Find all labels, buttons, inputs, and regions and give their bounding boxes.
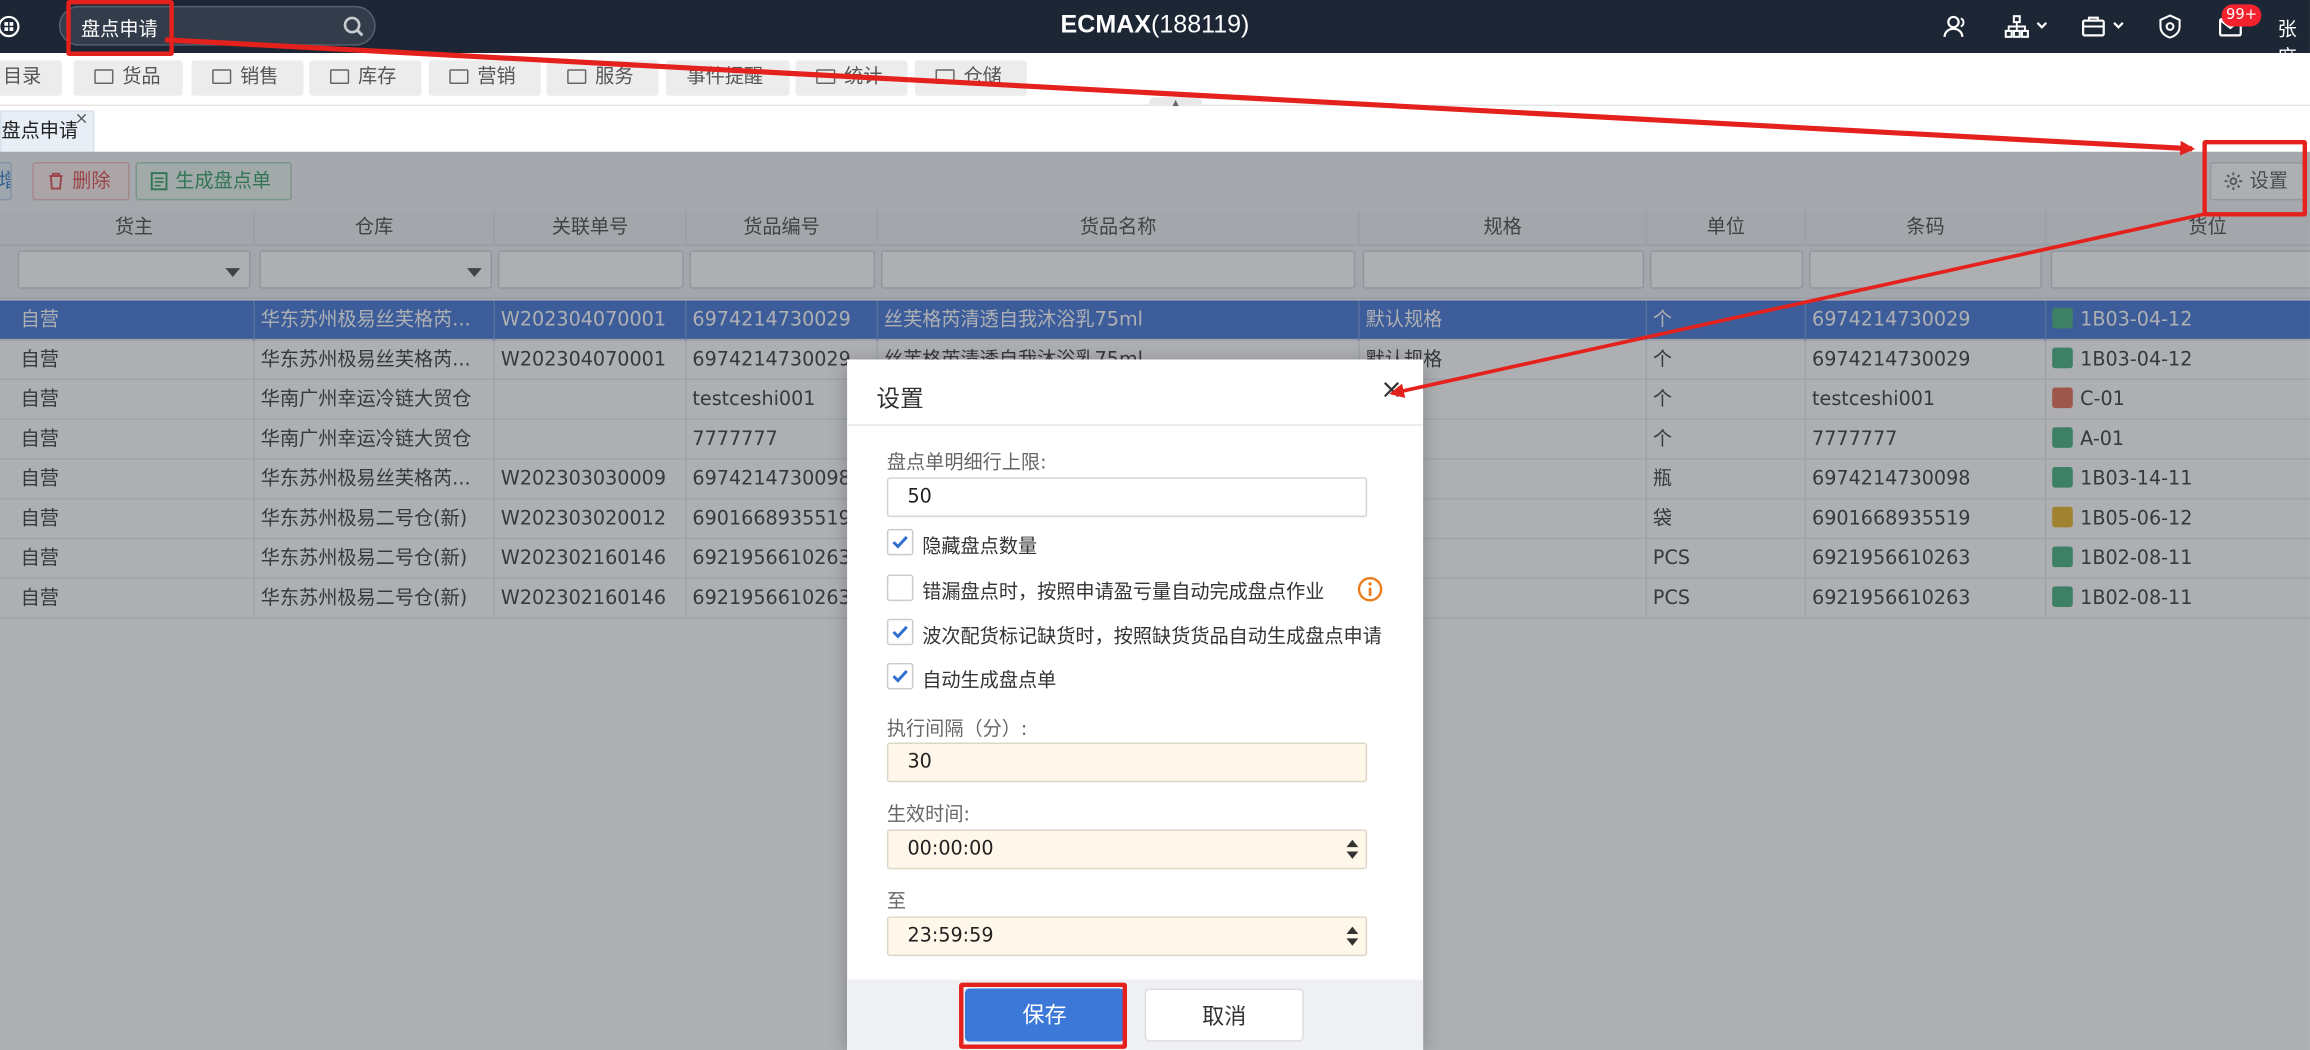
auto-gen-checkbox[interactable] xyxy=(886,662,914,690)
folder-icon xyxy=(449,69,469,84)
limit-label: 盘点单明细行上限: xyxy=(886,452,1047,475)
nav-item-statistics[interactable]: 统计 xyxy=(795,60,908,96)
notification-badge: 99+ xyxy=(2221,4,2262,27)
close-tab-icon[interactable]: × xyxy=(75,99,89,140)
nav-item-inventory[interactable]: 库存 xyxy=(309,60,422,96)
spinner-icon[interactable] xyxy=(1346,837,1359,862)
shield-settings-icon[interactable] xyxy=(2157,13,2184,40)
folder-icon xyxy=(212,69,232,84)
toolbox-icon[interactable] xyxy=(2080,13,2107,40)
user-group-icon[interactable] xyxy=(1942,13,1969,40)
nav-item-sales[interactable]: 销售 xyxy=(191,60,304,96)
nav-item-marketing[interactable]: 营销 xyxy=(428,60,541,96)
interval-input[interactable]: 30 xyxy=(886,742,1368,783)
folder-icon xyxy=(329,69,350,84)
top-bar: ECMAX(188119) 99+ 张麻 xyxy=(0,0,2310,69)
highlight-settings xyxy=(2202,139,2308,217)
limit-input[interactable]: 50 xyxy=(886,477,1368,518)
auto-complete-checkbox[interactable] xyxy=(886,574,914,602)
chevron-down-icon[interactable] xyxy=(2113,19,2125,31)
org-structure-icon[interactable] xyxy=(2004,13,2031,40)
nav-item-service[interactable]: 服务 xyxy=(546,60,659,96)
to-label: 至 xyxy=(886,891,907,914)
spinner-icon[interactable] xyxy=(1346,924,1359,949)
auto-complete-label: 错漏盘点时，按照申请盈亏量自动完成盘点作业 xyxy=(922,581,1325,605)
highlight-save xyxy=(959,982,1127,1049)
nav-item-warehousing[interactable]: 仓储 xyxy=(914,60,1027,96)
start-time-input[interactable]: 00:00:00 xyxy=(886,829,1368,870)
close-icon[interactable]: × xyxy=(1380,374,1402,405)
wave-label: 波次配货标记缺货时，按照缺货货品自动生成盘点申请 xyxy=(922,626,1382,649)
effective-time-label: 生效时间: xyxy=(886,804,970,827)
hide-qty-checkbox[interactable] xyxy=(886,528,914,556)
dialog-footer: 保存 取消 xyxy=(847,979,1424,1050)
info-icon[interactable] xyxy=(1357,576,1384,603)
tab-stocktake-request[interactable]: 盘点申请 × xyxy=(0,109,95,152)
highlight-search xyxy=(66,0,174,56)
folder-icon xyxy=(567,69,587,84)
folder-icon xyxy=(94,69,114,84)
interval-label: 执行间隔（分）: xyxy=(886,718,1028,742)
settings-dialog: 设置 × 盘点单明细行上限: 50 隐藏盘点数量 错漏盘点时，按照申请盈亏量自动… xyxy=(847,359,1424,1050)
folder-icon xyxy=(935,69,955,84)
chevron-down-icon[interactable] xyxy=(2036,19,2048,31)
end-time-input[interactable]: 23:59:59 xyxy=(886,916,1368,957)
nav-item-directory[interactable]: 目录 xyxy=(0,60,62,96)
dialog-title: 设置 xyxy=(876,384,924,413)
cancel-button[interactable]: 取消 xyxy=(1144,988,1304,1042)
auto-gen-label: 自动生成盘点单 xyxy=(922,670,1057,693)
nav-item-event-reminder[interactable]: 事件提醒 xyxy=(665,60,790,96)
dialog-header: 设置 × xyxy=(847,359,1424,426)
folder-icon xyxy=(816,69,836,84)
wave-checkbox[interactable] xyxy=(886,618,914,646)
page-tabs: 盘点申请 × xyxy=(0,106,2310,152)
nav-item-goods[interactable]: 货品 xyxy=(73,60,183,96)
screen: ECMAX(188119) 99+ 张麻 xyxy=(0,0,2310,1050)
hide-qty-label: 隐藏盘点数量 xyxy=(922,536,1038,559)
